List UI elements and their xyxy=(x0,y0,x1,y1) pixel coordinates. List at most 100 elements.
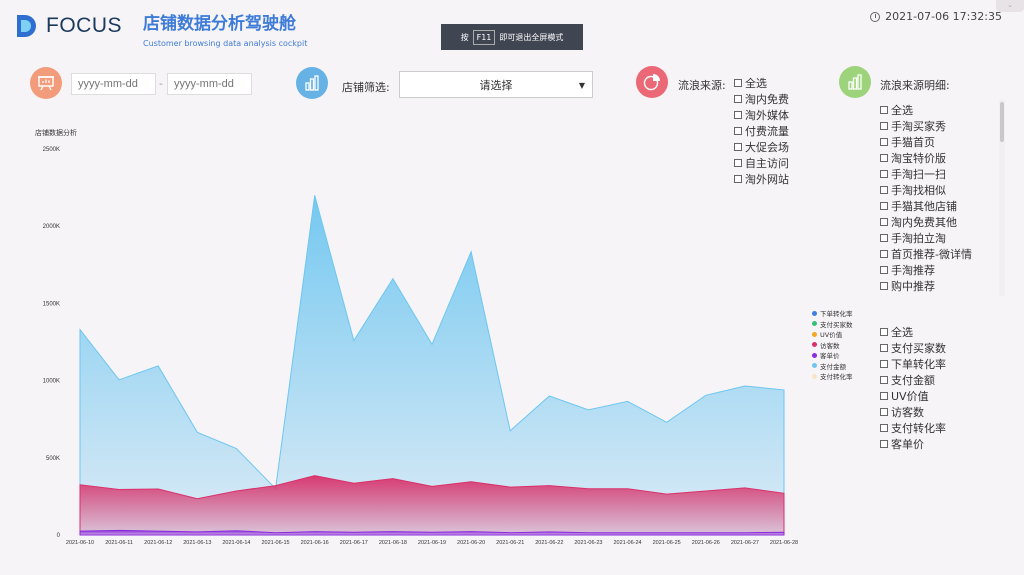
metric-checkbox-item[interactable]: 支付转化率 xyxy=(880,420,946,436)
detail-checkbox-item[interactable]: 手淘找相似 xyxy=(880,182,972,198)
checkbox[interactable] xyxy=(880,218,888,226)
legend-item[interactable]: UV价值 xyxy=(812,329,853,340)
fullscreen-hint-pre: 按 xyxy=(460,32,469,42)
detail-checkbox-label: 手猫其他店铺 xyxy=(891,200,957,213)
checkbox[interactable] xyxy=(880,440,888,448)
metric-checkbox-label: 支付转化率 xyxy=(891,422,946,435)
detail-checkbox-label: 淘内免费其他 xyxy=(891,216,957,229)
date-start-input[interactable] xyxy=(71,73,156,95)
collapse-button[interactable]: ⌄ xyxy=(996,0,1024,12)
checkbox[interactable] xyxy=(880,392,888,400)
scrollbar-thumb[interactable] xyxy=(1000,102,1004,142)
detail-checkbox-label: 购中推荐 xyxy=(891,280,935,293)
checkbox[interactable] xyxy=(734,79,742,87)
checkbox[interactable] xyxy=(880,202,888,210)
detail-checkbox-label: 手淘扫一扫 xyxy=(891,168,946,181)
checkbox[interactable] xyxy=(880,154,888,162)
date-end-input[interactable] xyxy=(167,73,252,95)
x-tick-label: 2021-06-27 xyxy=(731,540,759,546)
page-title: 店铺数据分析驾驶舱 xyxy=(143,14,296,34)
checkbox[interactable] xyxy=(880,282,888,290)
checkbox[interactable] xyxy=(880,122,888,130)
checkbox[interactable] xyxy=(880,106,888,114)
metric-checkbox-item[interactable]: 支付金额 xyxy=(880,372,946,388)
detail-checkbox-item[interactable]: 淘内免费其他 xyxy=(880,214,972,230)
legend-label: 支付买家数 xyxy=(820,320,853,329)
metric-checkbox-label: 访客数 xyxy=(891,406,924,419)
metric-checkbox-item[interactable]: 支付买家数 xyxy=(880,340,946,356)
detail-checkbox-item[interactable]: 手淘推荐 xyxy=(880,262,972,278)
checkbox[interactable] xyxy=(880,138,888,146)
legend-item[interactable]: 支付金额 xyxy=(812,361,853,372)
legend-label: 访客数 xyxy=(820,341,840,350)
y-tick-label: 2500K xyxy=(43,147,60,153)
checkbox[interactable] xyxy=(880,266,888,274)
datetime-text: 2021-07-06 17:32:35 xyxy=(885,10,1002,23)
checkbox[interactable] xyxy=(880,360,888,368)
checkbox[interactable] xyxy=(734,95,742,103)
metric-checkbox-item[interactable]: 下单转化率 xyxy=(880,356,946,372)
checkbox[interactable] xyxy=(880,424,888,432)
store-filter-label: 店铺筛选: xyxy=(342,81,390,94)
source-checkbox-item[interactable]: 淘内免费 xyxy=(734,91,789,107)
focus-logo-icon xyxy=(17,15,36,37)
legend-item[interactable]: 支付转化率 xyxy=(812,371,853,382)
presentation-board-icon xyxy=(30,67,62,99)
checkbox[interactable] xyxy=(734,111,742,119)
metric-checkbox-item[interactable]: 客单价 xyxy=(880,436,946,452)
legend-dot xyxy=(812,331,817,337)
store-select[interactable]: 请选择 ▼ xyxy=(399,71,593,98)
source-checkbox-label: 淘内免费 xyxy=(745,93,789,106)
detail-checkbox-label: 首页推荐-微详情 xyxy=(891,248,972,261)
detail-checkbox-item[interactable]: 手淘扫一扫 xyxy=(880,166,972,182)
checkbox[interactable] xyxy=(880,408,888,416)
detail-checkbox-list: 全选手淘买家秀 手猫首页 淘宝特价版手淘扫一扫 手淘找相似手猫其他店铺 淘内免费其他 手淘… xyxy=(880,102,972,294)
detail-checkbox-item[interactable]: 手猫首页 xyxy=(880,134,972,150)
metric-checkbox-list: 全选 支付买家数下单转化率 支付金额 UV价值访客数支付转化率 客单价 xyxy=(880,324,946,452)
checkbox[interactable] xyxy=(880,344,888,352)
metric-checkbox-item[interactable]: 访客数 xyxy=(880,404,946,420)
legend-item[interactable]: 访客数 xyxy=(812,340,853,351)
legend-item[interactable]: 客单价 xyxy=(812,350,853,361)
x-tick-label: 2021-06-20 xyxy=(457,540,485,546)
source-checkbox-item[interactable]: 淘外媒体 xyxy=(734,107,789,123)
detail-checkbox-item[interactable]: 手猫其他店铺 xyxy=(880,198,972,214)
x-tick-label: 2021-06-13 xyxy=(183,540,211,546)
legend-item[interactable]: 下单转化率 xyxy=(812,308,853,319)
checkbox[interactable] xyxy=(880,250,888,258)
metric-checkbox-item[interactable]: 全选 xyxy=(880,324,946,340)
detail-checkbox-item[interactable]: 淘宝特价版 xyxy=(880,150,972,166)
caret-down-icon: ▼ xyxy=(578,81,585,90)
x-tick-label: 2021-06-22 xyxy=(535,540,563,546)
detail-checkbox-item[interactable]: 全选 xyxy=(880,102,972,118)
detail-checkbox-item[interactable]: 手淘买家秀 xyxy=(880,118,972,134)
checkbox[interactable] xyxy=(880,170,888,178)
x-tick-label: 2021-06-10 xyxy=(66,540,94,546)
checkbox[interactable] xyxy=(880,376,888,384)
legend-label: 支付金额 xyxy=(820,362,846,371)
x-tick-label: 2021-06-19 xyxy=(418,540,446,546)
detail-checkbox-label: 手淘买家秀 xyxy=(891,120,946,133)
f11-key: F11 xyxy=(472,29,496,45)
detail-checkbox-label: 手淘拍立淘 xyxy=(891,232,946,245)
detail-checkbox-label: 手淘推荐 xyxy=(891,264,935,277)
checkbox[interactable] xyxy=(880,328,888,336)
metric-checkbox-item[interactable]: UV价值 xyxy=(880,388,946,404)
detail-scrollbar[interactable] xyxy=(999,100,1005,296)
checkbox[interactable] xyxy=(880,186,888,194)
legend-item[interactable]: 支付买家数 xyxy=(812,319,853,330)
source-filter-label: 流浪来源: xyxy=(678,79,726,92)
source-checkbox-label: 淘外媒体 xyxy=(745,109,789,122)
detail-checkbox-label: 全选 xyxy=(891,104,913,117)
source-checkbox-item[interactable]: 全选 xyxy=(734,75,789,91)
detail-checkbox-item[interactable]: 手淘拍立淘 xyxy=(880,230,972,246)
y-tick-label: 1500K xyxy=(43,301,60,307)
clock-icon xyxy=(870,11,881,22)
metric-checkbox-label: 下单转化率 xyxy=(891,358,946,371)
detail-checkbox-item[interactable]: 购中推荐 xyxy=(880,278,972,294)
detail-filter-label: 流浪来源明细: xyxy=(880,79,950,92)
x-tick-label: 2021-06-21 xyxy=(496,540,524,546)
x-tick-label: 2021-06-15 xyxy=(261,540,289,546)
checkbox[interactable] xyxy=(880,234,888,242)
detail-checkbox-item[interactable]: 首页推荐-微详情 xyxy=(880,246,972,262)
